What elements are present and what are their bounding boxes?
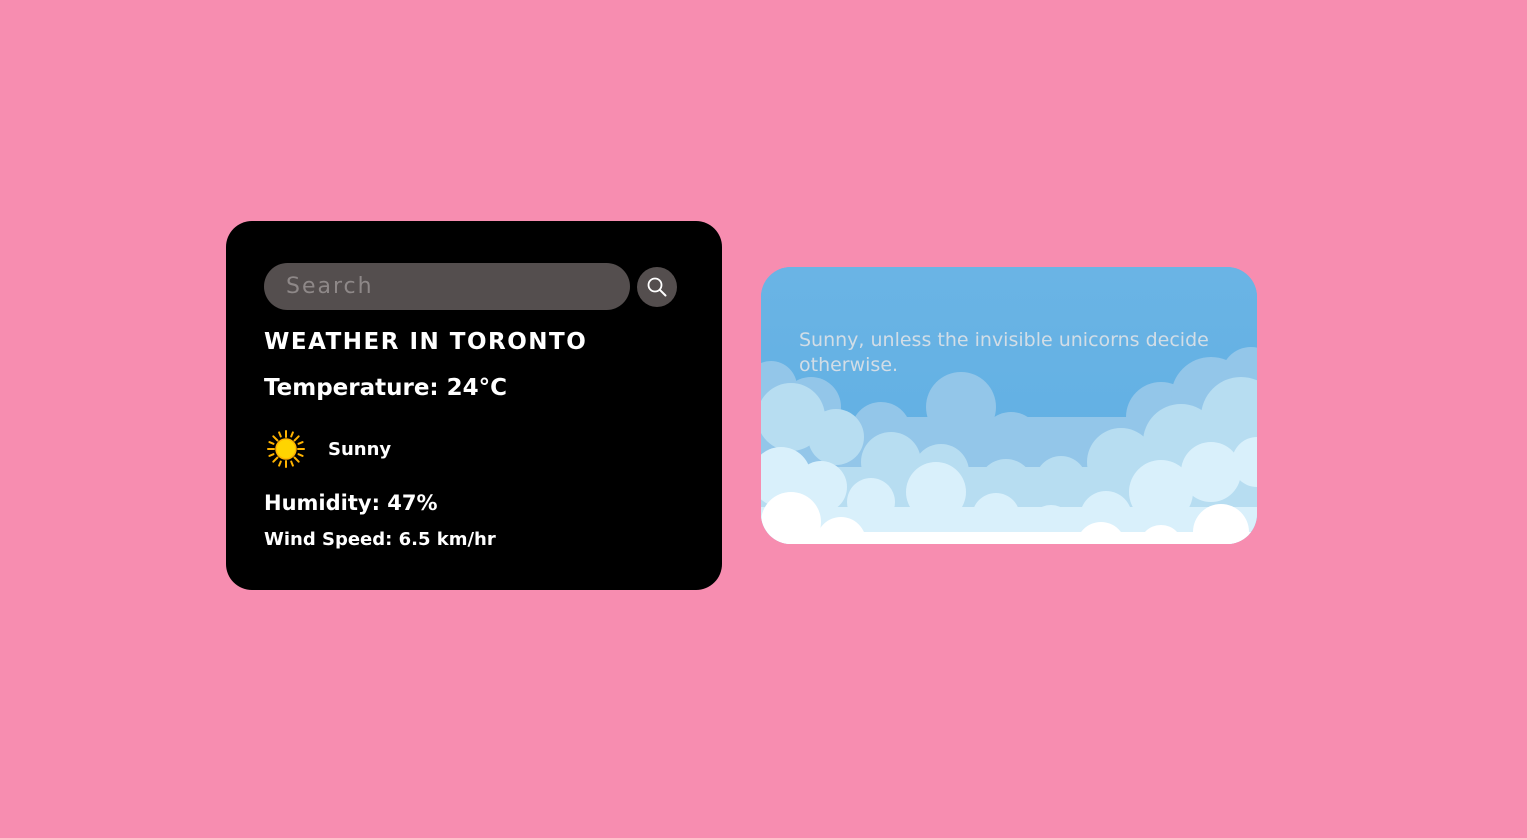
condition-label: Sunny bbox=[328, 438, 392, 460]
sun-icon bbox=[267, 430, 305, 468]
sky-message: Sunny, unless the invisible unicorns dec… bbox=[799, 329, 1209, 376]
page-background: WEATHER IN TORONTO Temperature: 24°C bbox=[0, 0, 1527, 838]
search-input[interactable] bbox=[264, 263, 630, 310]
search-button[interactable] bbox=[637, 266, 677, 307]
sky-card: Sunny, unless the invisible unicorns dec… bbox=[761, 267, 1257, 544]
search-bar bbox=[264, 263, 677, 310]
search-icon bbox=[647, 277, 667, 296]
humidity-value: Humidity: 47% bbox=[264, 491, 438, 515]
weather-title: WEATHER IN TORONTO bbox=[264, 329, 588, 355]
weather-card: WEATHER IN TORONTO Temperature: 24°C bbox=[226, 221, 722, 590]
condition-row: Sunny bbox=[266, 429, 391, 469]
wind-speed-value: Wind Speed: 6.5 km/hr bbox=[264, 529, 496, 550]
clouds-illustration bbox=[761, 267, 1257, 544]
temperature-value: Temperature: 24°C bbox=[264, 375, 508, 401]
